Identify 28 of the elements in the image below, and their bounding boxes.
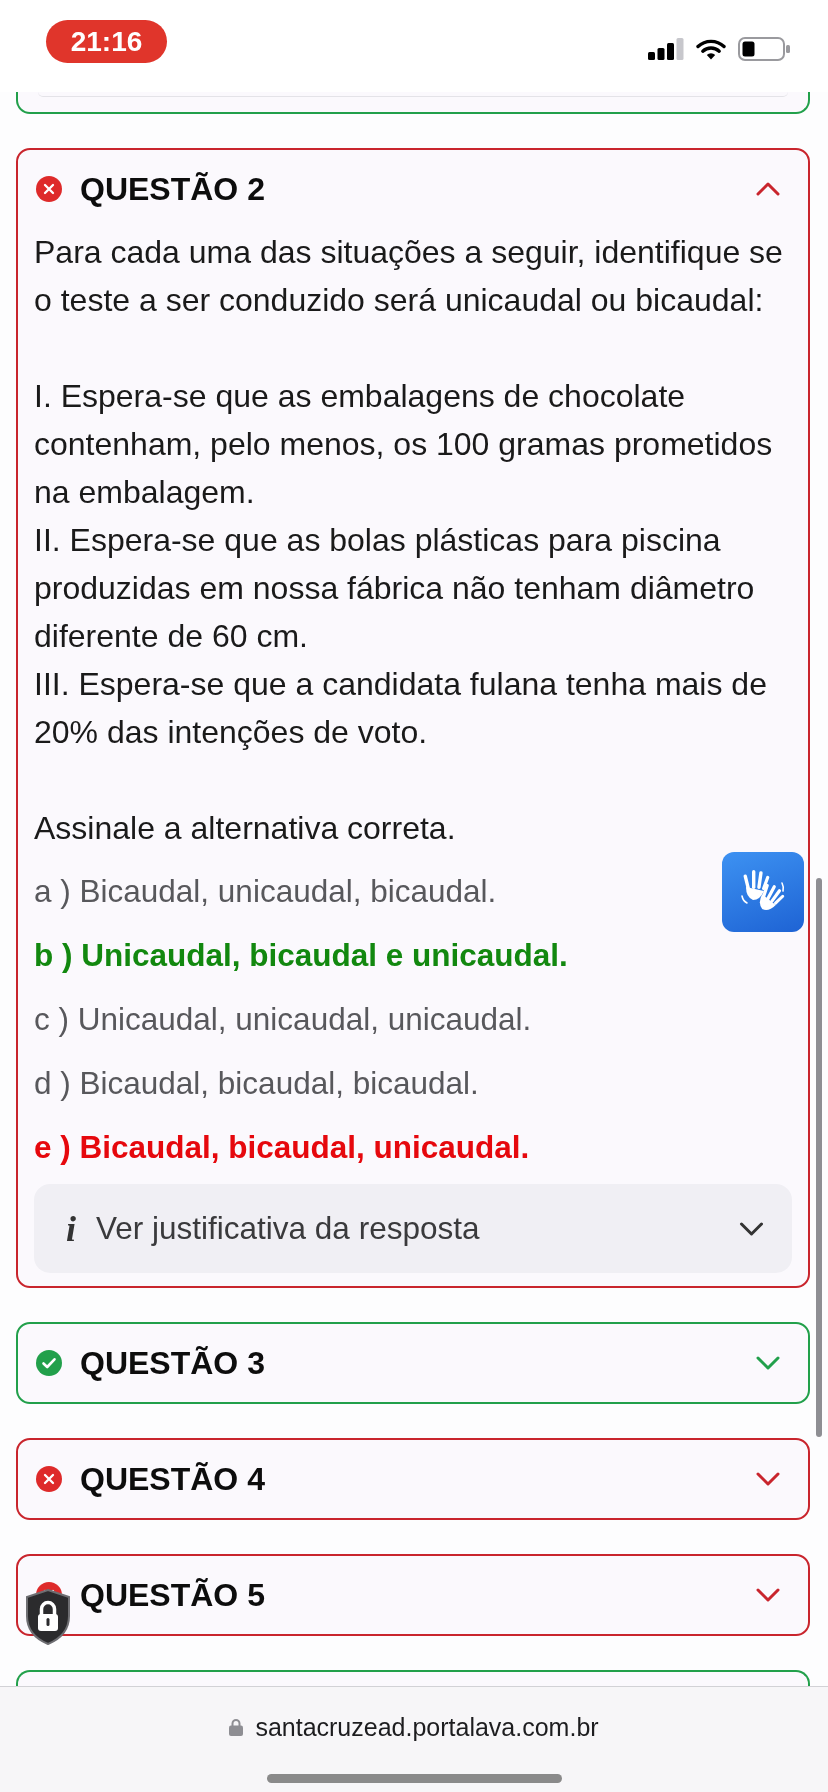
chevron-down-icon[interactable]: [756, 1472, 780, 1486]
chevron-up-icon[interactable]: [756, 182, 780, 196]
lock-icon: [229, 1718, 244, 1736]
answer-option: d ) Bicaudal, bicaudal, bicaudal.: [34, 1065, 479, 1101]
shield-lock-icon[interactable]: [24, 1588, 72, 1646]
question-title[interactable]: QUESTÃO 3: [80, 1344, 265, 1382]
chevron-down-icon[interactable]: [739, 1221, 764, 1236]
info-icon: i: [66, 1208, 76, 1249]
chevron-down-icon[interactable]: [756, 1588, 780, 1602]
answer-option: e ) Bicaudal, bicaudal, unicaudal.: [34, 1129, 530, 1165]
question-title[interactable]: QUESTÃO 4: [80, 1460, 265, 1498]
question-instruction: Assinale a alternativa correta.: [34, 809, 457, 848]
battery-icon: [738, 37, 790, 61]
statement-item: I. Espera-se que as embalagens de chocolate contenham, pelo menos, os 100 gramas prometidos na embalagem.: [34, 377, 774, 512]
signal-icon: [648, 38, 684, 60]
url-text[interactable]: santacruzead.portalava.com.br: [255, 1710, 599, 1744]
answer-option: b ) Unicaudal, bicaudal e unicaudal.: [34, 937, 568, 973]
statement-item: II. Espera-se que as bolas plásticas para piscina produzidas em nossa fábrica não tenham diâmetro diferente de 60 cm.: [34, 521, 756, 656]
status-time: 21:16: [46, 20, 167, 63]
question-title[interactable]: QUESTÃO 5: [80, 1576, 265, 1614]
justification-toggle[interactable]: i Ver justificativa da resposta: [34, 1184, 792, 1273]
answer-option: c ) Unicaudal, unicaudal, unicaudal.: [34, 1001, 532, 1037]
answer-option: a ) Bicaudal, unicaudal, bicaudal.: [34, 873, 497, 909]
question-title[interactable]: QUESTÃO 2: [80, 170, 265, 208]
sign-language-button[interactable]: [722, 852, 804, 932]
statement-item: III. Espera-se que a candidata fulana tenha mais de 20% das intenções de voto.: [34, 665, 768, 752]
wifi-icon: [696, 38, 726, 60]
question-text: Para cada uma das situações a seguir, identifique se o teste a ser conduzido será unicaudal ou bicaudal:: [34, 233, 784, 320]
